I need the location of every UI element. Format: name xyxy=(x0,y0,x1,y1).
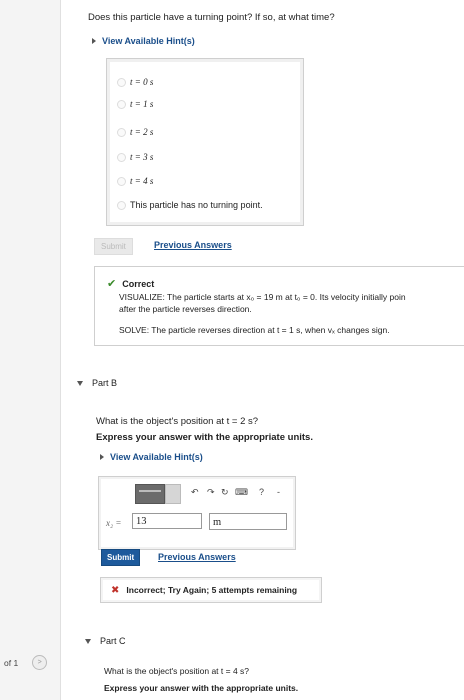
option-t3[interactable]: t = 3 s xyxy=(117,152,153,162)
view-hints-label: View Available Hint(s) xyxy=(110,452,203,462)
part-b-title: Part B xyxy=(92,378,118,388)
option-t4[interactable]: t = 4 s xyxy=(117,176,153,186)
part-b-header[interactable]: Part B xyxy=(77,378,117,388)
feedback-visualize-cont: after the particle reverses direction. xyxy=(119,304,252,314)
part-b-instruction: Express your answer with the appropriate… xyxy=(96,432,313,443)
feedback-visualize: VISUALIZE: The particle starts at x₀ = 1… xyxy=(119,292,406,302)
option-label: t = 2 s xyxy=(130,127,154,137)
part-b-submit-button[interactable]: Submit xyxy=(101,549,141,566)
part-c-question: What is the object's position at t = 4 s… xyxy=(104,666,250,676)
part-c-header[interactable]: Part C xyxy=(85,636,126,646)
redo-icon[interactable]: ↷ xyxy=(207,487,215,498)
feedback-solve: SOLVE: The particle reverses direction a… xyxy=(119,325,390,335)
option-radio[interactable] xyxy=(117,99,126,109)
part-a-previous-answers-link[interactable]: Previous Answers xyxy=(154,240,232,250)
reset-icon[interactable]: ↻ xyxy=(221,487,229,498)
option-no-turning-point[interactable]: This particle has no turning point. xyxy=(117,200,263,210)
option-label: t = 0 s xyxy=(130,77,154,87)
next-page-button[interactable]: > xyxy=(32,655,48,670)
part-b-question: What is the object's position at t = 2 s… xyxy=(96,416,259,427)
part-a-question: Does this particle have a turning point?… xyxy=(88,12,335,23)
part-c-instruction: Express your answer with the appropriate… xyxy=(104,683,299,693)
correct-feedback: ✔ Correct VISUALIZE: The particle starts… xyxy=(94,266,464,346)
option-t2[interactable]: t = 2 s xyxy=(117,127,153,137)
option-radio[interactable] xyxy=(117,127,126,137)
symbols-toolbar-button[interactable] xyxy=(165,484,181,504)
option-radio[interactable] xyxy=(117,176,126,186)
templates-toolbar-button[interactable] xyxy=(135,484,165,504)
incorrect-message: Incorrect; Try Again; 5 attempts remaini… xyxy=(126,585,298,595)
incorrect-feedback: ✖ Incorrect; Try Again; 5 attempts remai… xyxy=(100,577,322,603)
part-a-submit-button[interactable]: Submit xyxy=(94,238,133,255)
feedback-status-label: Correct xyxy=(122,278,155,289)
part-b-view-hints-link[interactable]: View Available Hint(s) xyxy=(100,452,203,462)
more-icon[interactable]: - xyxy=(277,487,280,497)
option-t0[interactable]: t = 0 s xyxy=(117,77,153,87)
view-hints-link[interactable]: View Available Hint(s) xyxy=(92,36,195,46)
collapse-arrow-icon xyxy=(77,380,83,386)
page-indicator: of 1 > xyxy=(4,655,48,670)
option-radio[interactable] xyxy=(117,200,126,210)
answer-editor: ↶ ↷ ↻ ⌨ ? - x₂ = 13 m xyxy=(98,476,296,550)
option-t1[interactable]: t = 1 s xyxy=(117,99,153,109)
option-label: t = 4 s xyxy=(130,176,154,186)
page-count: of 1 xyxy=(4,657,19,668)
value-input[interactable]: 13 xyxy=(132,513,202,529)
option-radio[interactable] xyxy=(117,77,126,87)
expand-arrow-icon xyxy=(92,38,96,44)
option-label: t = 1 s xyxy=(130,99,154,109)
collapse-arrow-icon xyxy=(85,638,91,644)
part-c-title: Part C xyxy=(100,636,126,646)
option-label: This particle has no turning point. xyxy=(130,200,263,210)
expand-arrow-icon xyxy=(100,454,104,460)
keyboard-icon[interactable]: ⌨ xyxy=(235,487,248,498)
option-label: t = 3 s xyxy=(130,152,154,162)
left-rail xyxy=(0,0,61,700)
incorrect-x-icon: ✖ xyxy=(111,584,120,596)
answer-options: t = 0 s t = 1 s t = 2 s t = 3 s t = 4 s … xyxy=(106,58,304,226)
unit-input[interactable]: m xyxy=(209,513,287,530)
view-hints-label: View Available Hint(s) xyxy=(102,36,195,46)
feedback-status: ✔ Correct xyxy=(107,277,154,290)
part-b-previous-answers-link[interactable]: Previous Answers xyxy=(158,552,236,562)
help-icon[interactable]: ? xyxy=(259,487,264,497)
check-icon: ✔ xyxy=(107,278,117,290)
option-radio[interactable] xyxy=(117,152,126,162)
undo-icon[interactable]: ↶ xyxy=(191,487,199,498)
variable-label: x₂ = xyxy=(106,518,122,528)
